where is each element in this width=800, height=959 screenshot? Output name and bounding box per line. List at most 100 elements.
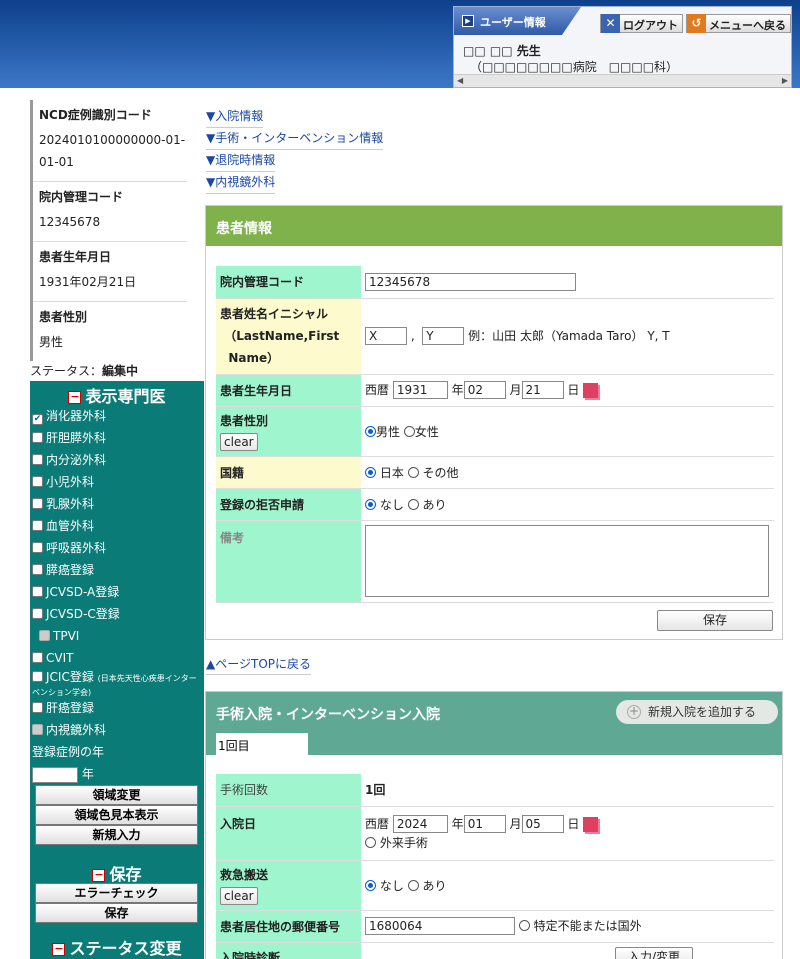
link-discharge[interactable]: ▼退院時情報: [206, 150, 276, 172]
sex-label-cell: 患者性別 clear: [216, 406, 361, 457]
scroll-right-icon[interactable]: ▶: [782, 76, 788, 85]
checkbox-icon[interactable]: [32, 498, 43, 509]
link-admission[interactable]: ▼入院情報: [206, 106, 264, 128]
hospital-code-label: 院内管理コード: [39, 190, 124, 204]
ncd-code-value: 2024010100000000-01-01-01: [33, 123, 187, 182]
initial-first-input[interactable]: Y: [422, 327, 465, 346]
specialty-item[interactable]: 肝胆膵外科: [30, 427, 204, 449]
checkbox-icon[interactable]: [32, 476, 43, 487]
checkbox-icon[interactable]: [32, 671, 43, 682]
adm-month-input[interactable]: 01: [463, 815, 506, 834]
dob-year-input[interactable]: 1931: [392, 381, 448, 400]
add-admission-button[interactable]: + 新規入院を追加する: [616, 700, 778, 724]
checkbox-icon[interactable]: [32, 608, 43, 619]
collapse-icon[interactable]: −: [92, 869, 106, 882]
logout-button[interactable]: ✕ ログアウト: [600, 14, 683, 33]
specialty-item[interactable]: 血管外科: [30, 515, 204, 537]
specialty-item[interactable]: JCIC登録 (日本先天性心疾患インターベンション学会): [30, 669, 204, 697]
specialty-item[interactable]: JCVSD-C登録: [30, 603, 204, 625]
zip-input[interactable]: 1680064: [365, 917, 515, 936]
note-label: 備考: [216, 520, 361, 603]
radio-female[interactable]: [403, 425, 415, 437]
dob-day-input[interactable]: 21: [521, 381, 564, 400]
year-select[interactable]: 2024 ▾: [32, 766, 78, 783]
checkbox-icon[interactable]: [32, 564, 43, 575]
adm-day-input[interactable]: 05: [521, 815, 564, 834]
radio-refuse-none[interactable]: [365, 498, 376, 510]
code-label: 院内管理コード: [216, 266, 361, 299]
count-value: 1回: [361, 774, 774, 807]
initial-last-input[interactable]: X: [365, 327, 407, 346]
patient-form: 院内管理コード 12345678 患者姓名イニシャル （LastName,Firs…: [216, 266, 774, 603]
play-icon: ▶: [462, 15, 474, 27]
year-label: 登録症例の年: [32, 745, 105, 759]
nationality-label: 国籍: [216, 456, 361, 489]
page-top-link[interactable]: ▲ページTOPに戻る: [206, 655, 312, 675]
checkbox-icon[interactable]: [32, 702, 43, 713]
checkbox-icon[interactable]: [32, 542, 43, 553]
radio-outpatient[interactable]: [365, 837, 376, 849]
adm-year-input[interactable]: 2024: [392, 815, 448, 834]
diagnosis-label: 入院時診断: [216, 942, 361, 959]
radio-zip-unknown[interactable]: [518, 919, 530, 931]
error-check-button[interactable]: エラーチェック: [35, 883, 198, 903]
specialty-item[interactable]: JCVSD-A登録: [30, 581, 204, 603]
patient-save-button[interactable]: 保存: [657, 610, 773, 631]
sex-clear-button[interactable]: clear: [220, 432, 258, 451]
radio-japan[interactable]: [365, 466, 376, 478]
horizontal-scrollbar[interactable]: ◀ ▶: [454, 74, 791, 87]
color-sample-button[interactable]: 領域色見本表示: [35, 805, 198, 825]
calendar-icon[interactable]: [583, 816, 599, 832]
status-change-header[interactable]: − ステータス変更: [30, 933, 204, 958]
calendar-icon[interactable]: [583, 382, 599, 398]
dob-value: 1931年02月21日: [33, 265, 187, 302]
radio-refuse-yes[interactable]: [407, 498, 419, 510]
specialty-item[interactable]: 肝癌登録: [30, 697, 204, 719]
radio-emergency-yes[interactable]: [407, 879, 419, 891]
checkbox-icon[interactable]: [32, 652, 43, 663]
surgery-header: 手術入院・インターベンション入院 + 新規入院を追加する 1回目: [206, 692, 782, 755]
specialty-item[interactable]: 小児外科: [30, 471, 204, 493]
specialty-item[interactable]: 内分泌外科: [30, 449, 204, 471]
link-endoscopic[interactable]: ▼内視鏡外科: [206, 172, 276, 194]
radio-male[interactable]: [365, 425, 376, 437]
user-info-box: ▶ ユーザー情報 ✕ ログアウト ↺ メニューへ戻る □□ □□ 先生 （□□□□□□…: [453, 6, 792, 88]
initial-label: 患者姓名イニシャル （LastName,First Name）: [216, 298, 361, 375]
specialty-item[interactable]: 乳腺外科: [30, 493, 204, 515]
specialty-item: 内視鏡外科: [30, 719, 204, 741]
emergency-clear-button[interactable]: clear: [220, 886, 258, 905]
code-input[interactable]: 12345678: [365, 272, 576, 291]
collapse-icon[interactable]: −: [52, 943, 66, 956]
checkbox-icon[interactable]: [32, 432, 43, 443]
save-header[interactable]: − 保存: [30, 859, 204, 884]
diagnosis-edit-button[interactable]: 入力/変更: [615, 946, 693, 959]
sidebar: − 表示専門医 ✔ 消化器外科 肝胆膵外科 内分泌外科 小児外科 乳腺外科 血管外科…: [30, 381, 204, 959]
specialty-item[interactable]: 呼吸器外科: [30, 537, 204, 559]
checkbox-icon[interactable]: [32, 454, 43, 465]
change-area-button[interactable]: 領域変更: [35, 785, 198, 805]
section-links: ▼入院情報 ▼手術・インターベンション情報 ▼退院時情報 ▼内視鏡外科: [206, 106, 384, 194]
checkbox-icon[interactable]: [32, 520, 43, 531]
radio-other[interactable]: [407, 466, 419, 478]
surgery-title: 手術入院・インターベンション入院: [216, 707, 440, 723]
checkbox-checked-icon[interactable]: ✔: [32, 414, 43, 425]
note-textarea[interactable]: [365, 525, 769, 597]
specialty-item[interactable]: CVIT: [30, 647, 204, 669]
specialty-header[interactable]: − 表示専門医: [30, 381, 204, 406]
specialty-item[interactable]: 膵癌登録: [30, 559, 204, 581]
checkbox-icon[interactable]: [32, 586, 43, 597]
tab-first[interactable]: 1回目: [216, 733, 308, 755]
refuse-label: 登録の拒否申請: [216, 488, 361, 521]
link-surgery[interactable]: ▼手術・インターベンション情報: [206, 128, 384, 150]
sidebar-save-button[interactable]: 保存: [35, 903, 198, 923]
collapse-icon[interactable]: −: [68, 391, 82, 404]
specialty-item[interactable]: ✔ 消化器外科: [30, 405, 204, 427]
user-info-title: ▶ ユーザー情報: [454, 7, 581, 35]
dob-label: 患者生年月日: [216, 374, 361, 407]
dob-month-input[interactable]: 02: [463, 381, 506, 400]
new-entry-button[interactable]: 新規入力: [35, 825, 198, 845]
sex-label: 患者性別: [39, 310, 88, 324]
radio-emergency-none[interactable]: [365, 879, 376, 891]
scroll-left-icon[interactable]: ◀: [457, 76, 463, 85]
back-to-menu-button[interactable]: ↺ メニューへ戻る: [686, 14, 791, 33]
